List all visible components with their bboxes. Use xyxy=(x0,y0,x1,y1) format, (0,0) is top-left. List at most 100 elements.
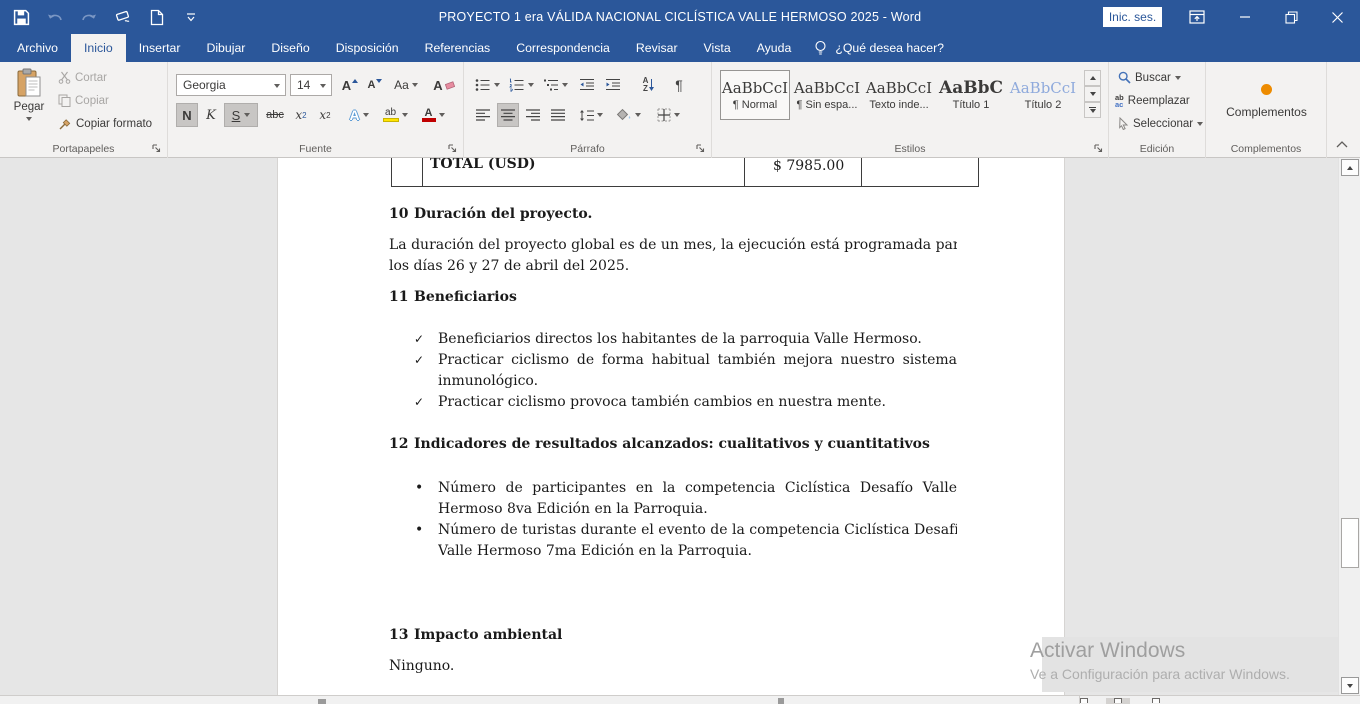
tab-archivo[interactable]: Archivo xyxy=(4,34,71,62)
document-page[interactable]: TOTAL (USD) $ 7985.00 10 Duración del pr… xyxy=(277,158,1065,695)
select-button[interactable]: Seleccionar xyxy=(1118,117,1203,130)
minimize-button[interactable] xyxy=(1228,0,1262,34)
style-titulo-1[interactable]: AaBbC Título 1 xyxy=(936,70,1006,120)
italic-button[interactable]: K xyxy=(201,103,221,127)
heading-13[interactable]: 13 Impacto ambiental xyxy=(389,625,562,646)
table-cell-amount[interactable]: $ 7985.00 xyxy=(773,158,844,177)
borders-button[interactable] xyxy=(650,103,686,127)
shrink-font-button[interactable]: A xyxy=(364,74,386,96)
tab-revisar[interactable]: Revisar xyxy=(623,34,691,62)
tab-inicio[interactable]: Inicio xyxy=(71,34,126,62)
bullet-item-line[interactable]: Número de participantes en la competenci… xyxy=(438,478,957,499)
underline-button[interactable]: S xyxy=(224,103,258,127)
heading-11[interactable]: 11 Beneficiarios xyxy=(389,287,517,308)
style-sin-espaciado-preview: AaBbCcI xyxy=(794,80,860,96)
subscript-button[interactable]: x2 xyxy=(290,103,312,127)
find-button[interactable]: Buscar xyxy=(1118,71,1181,84)
styles-gallery-more-button[interactable] xyxy=(1084,102,1101,118)
replace-button[interactable]: ab ac Reemplazar xyxy=(1115,94,1190,108)
word-window: PROYECTO 1 era VÁLIDA NACIONAL CICLÍSTIC… xyxy=(0,0,1360,704)
line-spacing-button[interactable] xyxy=(576,103,606,127)
tab-correspondencia[interactable]: Correspondencia xyxy=(503,34,623,62)
font-size-combobox[interactable]: 14 xyxy=(290,74,332,96)
collapse-ribbon-button[interactable] xyxy=(1334,138,1350,150)
style-texto-independiente[interactable]: AaBbCcI Texto inde... xyxy=(864,70,934,120)
style-titulo-2[interactable]: AaBbCcI Título 2 xyxy=(1008,70,1078,120)
grow-font-button[interactable]: A xyxy=(338,74,362,96)
restore-button[interactable] xyxy=(1274,0,1308,34)
shading-button[interactable] xyxy=(612,103,644,127)
heading-12[interactable]: 12 Indicadores de resultados alcanzados:… xyxy=(389,434,930,455)
tab-diseno[interactable]: Diseño xyxy=(258,34,322,62)
tab-ayuda[interactable]: Ayuda xyxy=(744,34,805,62)
styles-dialog-launcher[interactable] xyxy=(1092,142,1104,154)
tab-dibujar[interactable]: Dibujar xyxy=(193,34,258,62)
clear-formatting-button[interactable]: A xyxy=(430,74,458,96)
justify-button[interactable] xyxy=(547,103,569,127)
align-right-button[interactable] xyxy=(522,103,544,127)
sort-button[interactable]: A Z xyxy=(636,74,662,96)
superscript-button[interactable]: x2 xyxy=(314,103,336,127)
check-item-line[interactable]: inmunológico. xyxy=(438,371,538,392)
scroll-down-arrow-icon xyxy=(1347,684,1353,688)
close-button[interactable] xyxy=(1320,0,1354,34)
bullet-item-line[interactable]: Hermoso 8va Edición en la Parroquia. xyxy=(438,499,708,520)
styles-scroll-down-button[interactable] xyxy=(1084,86,1101,102)
clipboard-dialog-launcher[interactable] xyxy=(150,142,162,154)
table-border xyxy=(861,158,862,186)
multilevel-list-button[interactable] xyxy=(540,74,570,96)
sign-in-button[interactable]: Inic. ses. xyxy=(1103,7,1162,27)
format-painter-button[interactable]: Copiar formato xyxy=(58,117,152,131)
change-case-button[interactable]: Aa xyxy=(390,74,422,96)
paste-button[interactable]: Pegar xyxy=(8,68,50,140)
ribbon-display-options-button[interactable] xyxy=(1180,0,1214,34)
bold-button[interactable]: N xyxy=(176,103,198,127)
group-label-portapapeles: Portapapeles xyxy=(0,143,167,155)
paragraph-line[interactable]: Ninguno. xyxy=(389,656,454,677)
tab-disposicion[interactable]: Disposición xyxy=(323,34,412,62)
web-layout-button[interactable] xyxy=(1148,698,1164,704)
addins-button[interactable]: Complementos xyxy=(1206,70,1327,132)
paragraph-line[interactable]: los días 26 y 27 de abril del 2025. xyxy=(389,256,629,277)
paragraph-dialog-launcher[interactable] xyxy=(694,142,706,154)
align-left-button[interactable] xyxy=(472,103,494,127)
check-item-line[interactable]: Practicar ciclismo provoca también cambi… xyxy=(438,392,886,413)
tell-me-box[interactable]: ¿Qué desea hacer? xyxy=(804,34,954,62)
style-normal[interactable]: AaBbCcI ¶ Normal xyxy=(720,70,790,120)
check-item-line[interactable]: Practicar ciclismo de forma habitual tam… xyxy=(438,350,957,371)
text-effects-icon: A xyxy=(349,107,359,123)
scroll-down-button[interactable] xyxy=(1341,677,1359,694)
replace-ac: ac xyxy=(1115,100,1123,109)
text-effects-button[interactable]: A xyxy=(344,103,374,127)
strikethrough-button[interactable]: abc xyxy=(262,103,288,127)
show-marks-button[interactable]: ¶ xyxy=(668,74,690,96)
font-color-button[interactable]: A xyxy=(416,103,450,127)
heading-10[interactable]: 10 Duración del proyecto. xyxy=(389,204,592,225)
justify-icon xyxy=(551,109,565,121)
style-sin-espaciado[interactable]: AaBbCcI ¶ Sin espa... xyxy=(792,70,862,120)
font-name-combobox[interactable]: Georgia xyxy=(176,74,286,96)
styles-scroll-up-button[interactable] xyxy=(1084,70,1101,86)
highlight-color-button[interactable]: ab xyxy=(378,103,412,127)
scrollbar-thumb[interactable] xyxy=(1341,518,1359,568)
read-mode-button[interactable] xyxy=(1076,698,1092,704)
group-fuente: Georgia 14 A A Aa A xyxy=(168,62,464,158)
select-caret-icon xyxy=(1197,122,1203,126)
tab-insertar[interactable]: Insertar xyxy=(126,34,194,62)
paragraph-line[interactable]: La duración del proyecto global es de un… xyxy=(389,235,957,256)
tab-vista[interactable]: Vista xyxy=(691,34,744,62)
bullet-item-line[interactable]: Número de turistas durante el evento de … xyxy=(438,520,957,541)
tab-referencias[interactable]: Referencias xyxy=(412,34,504,62)
increase-indent-button[interactable] xyxy=(602,74,624,96)
decrease-indent-button[interactable] xyxy=(576,74,598,96)
table-cell-total[interactable]: TOTAL (USD) xyxy=(430,158,536,175)
check-item-line[interactable]: Beneficiarios directos los habitantes de… xyxy=(438,329,922,350)
bullet-item-line[interactable]: Valle Hermoso 7ma Edición en la Parroqui… xyxy=(438,541,752,562)
font-dialog-launcher[interactable] xyxy=(446,142,458,154)
numbering-button[interactable] xyxy=(506,74,536,96)
bullets-button[interactable] xyxy=(472,74,502,96)
align-center-button[interactable] xyxy=(497,103,519,127)
scroll-up-button[interactable] xyxy=(1341,159,1359,176)
print-layout-button[interactable] xyxy=(1106,698,1130,704)
vertical-scrollbar[interactable] xyxy=(1338,158,1360,695)
